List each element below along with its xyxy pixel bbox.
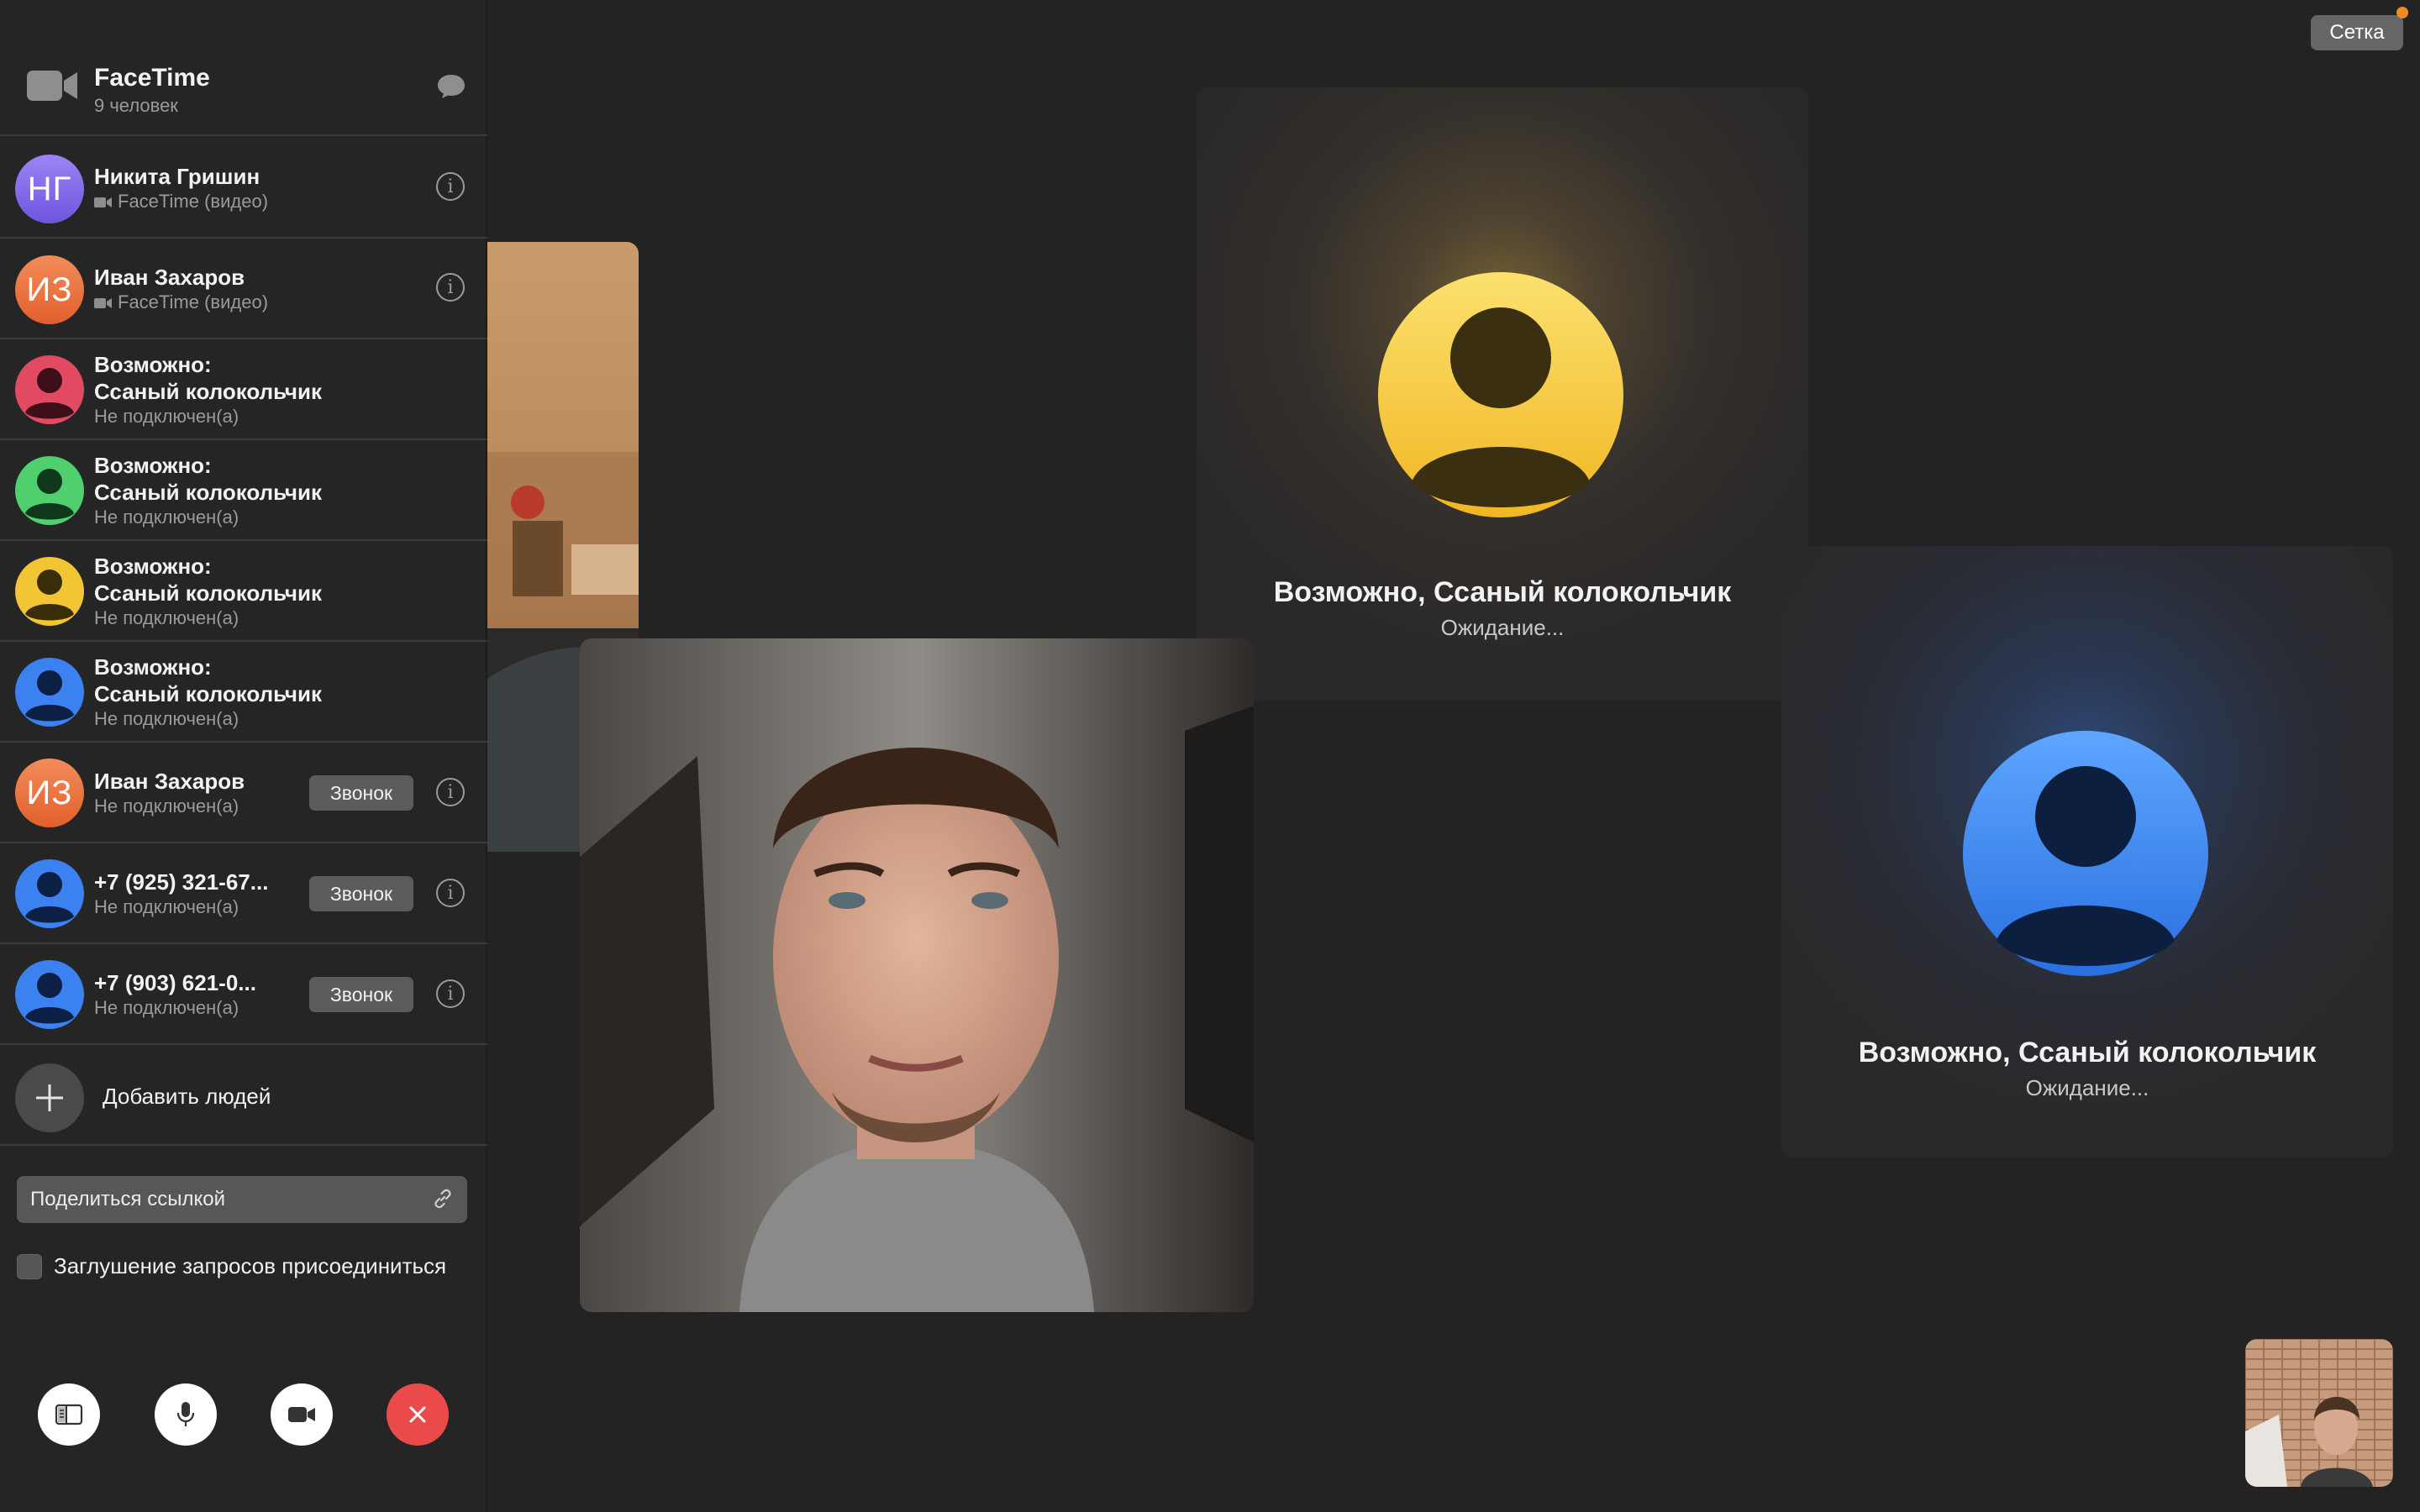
avatar: НГ	[15, 155, 84, 223]
microphone-button[interactable]	[155, 1383, 217, 1446]
participant-name-line2: Ссаный колокольчик	[94, 480, 322, 505]
participant-status: Не подключен(а)	[94, 406, 239, 427]
participant-name: Иван Захаров	[94, 769, 245, 794]
message-bubble-icon[interactable]	[435, 72, 467, 101]
person-silhouette-icon	[15, 658, 84, 727]
participant-name: Никита Гришин	[94, 164, 260, 189]
avatar: ИЗ	[15, 255, 84, 324]
participant-status: Не подключен(а)	[94, 708, 239, 729]
mute-requests-checkbox[interactable]	[17, 1254, 42, 1279]
person-silhouette-icon	[15, 960, 84, 1029]
call-button[interactable]: Звонок	[309, 977, 413, 1012]
participant-status: Не подключен(а)	[94, 607, 239, 628]
participant-status: FaceTime (видео)	[118, 191, 269, 212]
participant-name-line2: Ссаный колокольчик	[94, 379, 322, 404]
participant-status: Не подключен(а)	[94, 896, 239, 917]
mute-requests-label: Заглушение запросов присоединиться	[54, 1253, 447, 1278]
participant-status: Не подключен(а)	[94, 507, 239, 528]
participant-row[interactable]: Возможно: Ссаный колокольчик Не подключе…	[0, 642, 487, 743]
participant-status: Не подключен(а)	[94, 795, 239, 816]
add-people-button[interactable]: Добавить людей	[0, 1045, 487, 1146]
participant-row[interactable]: +7 (925) 321-67... Не подключен(а) Звоно…	[0, 843, 487, 944]
participant-row[interactable]: НГ Никита Гришин FaceTime (видео) i	[0, 138, 487, 239]
video-camera-icon	[27, 71, 77, 101]
video-camera-icon	[94, 197, 112, 208]
participant-status-line: FaceTime (видео)	[94, 291, 268, 314]
video-camera-icon	[288, 1407, 315, 1422]
participant-status: FaceTime (видео)	[118, 291, 269, 312]
participant-name: Иван Захаров	[94, 265, 245, 290]
person-silhouette-icon	[1963, 731, 2208, 976]
tile-participant-name: Возможно, Ссаный колокольчик	[1858, 1037, 2317, 1068]
share-link-label: Поделиться ссылкой	[30, 1188, 225, 1210]
participant-name-line2: Ссаный колокольчик	[94, 681, 322, 706]
participant-status: Не подключен(а)	[94, 997, 239, 1018]
info-icon[interactable]: i	[436, 879, 465, 907]
person-silhouette-icon	[15, 557, 84, 626]
participant-name-line2: Ссаный колокольчик	[94, 580, 322, 606]
close-icon	[409, 1406, 426, 1423]
participant-video[interactable]	[580, 638, 1254, 1312]
link-icon	[434, 1189, 451, 1209]
participant-row[interactable]: ИЗ Иван Захаров Не подключен(а) Звонок i	[0, 743, 487, 843]
mute-requests-row: Заглушение запросов присоединиться	[17, 1252, 487, 1280]
tile-participant-status: Ожидание...	[1440, 615, 1565, 640]
participant-name-line1: Возможно:	[94, 554, 212, 579]
call-button[interactable]: Звонок	[309, 876, 413, 911]
sidebar-header: FaceTime 9 человек	[0, 0, 487, 136]
waiting-participant-tile[interactable]: Возможно, Ссаный колокольчик Ожидание...	[1781, 546, 2393, 1158]
app-title: FaceTime	[94, 64, 210, 92]
person-silhouette-icon	[1378, 272, 1623, 517]
participants-sidebar: FaceTime 9 человек НГ Никита Гришин Face…	[0, 0, 487, 1512]
participant-row[interactable]: ИЗ Иван Захаров FaceTime (видео) i	[0, 239, 487, 339]
waiting-participant-tile[interactable]: Возможно, Ссаный колокольчик Ожидание...	[1197, 87, 1808, 701]
notification-dot	[2396, 7, 2408, 18]
add-people-label: Добавить людей	[103, 1084, 271, 1109]
tile-participant-name: Возможно, Ссаный колокольчик	[1273, 576, 1732, 608]
info-icon[interactable]: i	[436, 172, 465, 201]
participant-name: +7 (903) 621-0...	[94, 970, 256, 995]
person-silhouette-icon	[15, 859, 84, 928]
participant-row[interactable]: Возможно: Ссаный колокольчик Не подключе…	[0, 339, 487, 440]
video-camera-icon	[94, 298, 112, 309]
info-icon[interactable]: i	[436, 273, 465, 302]
microphone-icon	[176, 1402, 195, 1426]
self-view-video[interactable]	[2245, 1339, 2393, 1487]
info-icon[interactable]: i	[436, 778, 465, 806]
sidebar-icon	[55, 1404, 83, 1425]
participant-row[interactable]: +7 (903) 621-0... Не подключен(а) Звонок…	[0, 944, 487, 1045]
sidebar-toggle-button[interactable]	[38, 1383, 100, 1446]
participant-row[interactable]: Возможно: Ссаный колокольчик Не подключе…	[0, 440, 487, 541]
participant-row[interactable]: Возможно: Ссаный колокольчик Не подключе…	[0, 541, 487, 642]
info-icon[interactable]: i	[436, 979, 465, 1008]
person-silhouette-icon	[15, 355, 84, 424]
participant-name: +7 (925) 321-67...	[94, 869, 269, 895]
participant-name-line1: Возможно:	[94, 453, 212, 478]
plus-icon	[15, 1063, 84, 1132]
avatar: ИЗ	[15, 759, 84, 827]
participant-status-line: FaceTime (видео)	[94, 190, 268, 213]
person-silhouette-icon	[15, 456, 84, 525]
grid-button[interactable]: Сетка	[2311, 15, 2403, 50]
call-button[interactable]: Звонок	[309, 775, 413, 811]
camera-button[interactable]	[271, 1383, 333, 1446]
end-call-button[interactable]	[387, 1383, 449, 1446]
participant-name-line1: Возможно:	[94, 654, 212, 680]
tile-participant-status: Ожидание...	[2025, 1075, 2149, 1100]
share-link-button[interactable]: Поделиться ссылкой	[17, 1176, 467, 1223]
participant-count: 9 человек	[94, 95, 178, 116]
participant-name-line1: Возможно:	[94, 352, 212, 377]
